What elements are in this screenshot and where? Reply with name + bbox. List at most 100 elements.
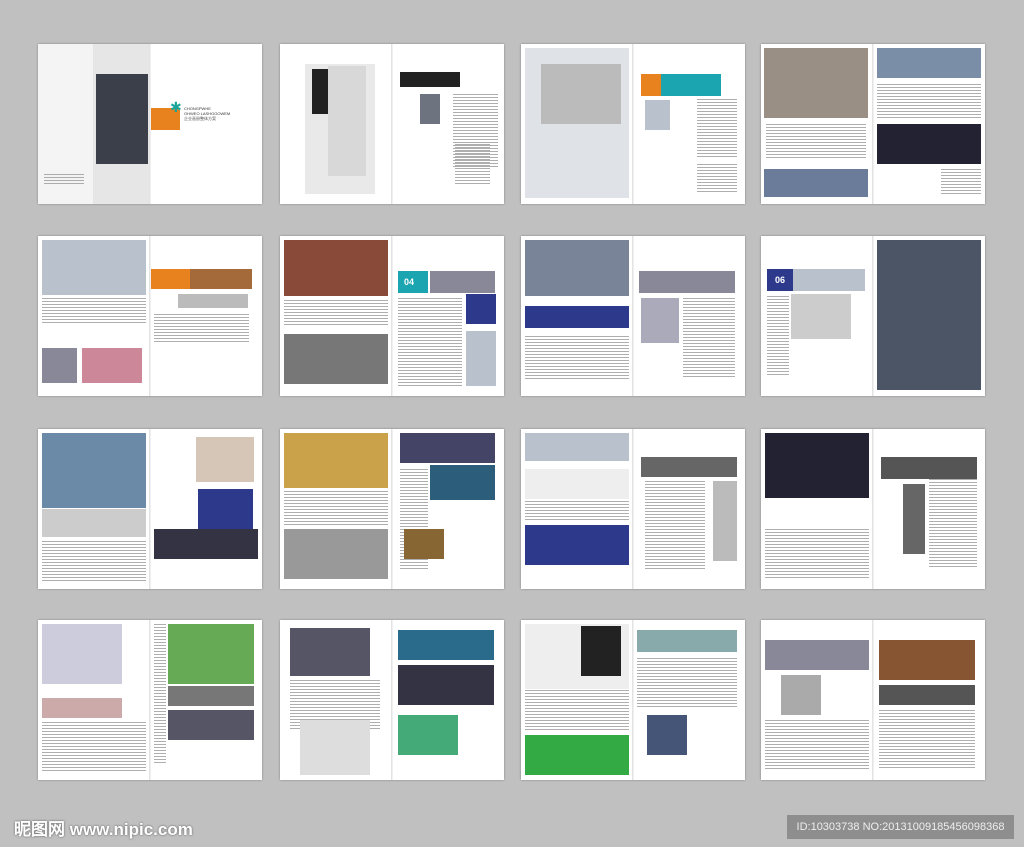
photo-block bbox=[877, 240, 981, 390]
photo-block bbox=[168, 624, 254, 684]
text-block bbox=[525, 690, 629, 730]
photo-block bbox=[400, 72, 460, 87]
photo-block bbox=[641, 457, 737, 477]
brochure-spread-5 bbox=[38, 236, 262, 396]
photo-block bbox=[42, 624, 122, 684]
text-block bbox=[637, 658, 737, 708]
text-block bbox=[765, 529, 869, 579]
photo-block bbox=[525, 735, 629, 775]
photo-block bbox=[525, 240, 629, 296]
text-block bbox=[284, 300, 388, 325]
brochure-spread-14 bbox=[280, 620, 504, 780]
text-block bbox=[525, 501, 629, 521]
photo-block bbox=[525, 525, 629, 565]
photo-block bbox=[398, 665, 494, 705]
photo-block bbox=[641, 298, 679, 343]
photo-block bbox=[466, 294, 496, 324]
photo-block bbox=[525, 469, 629, 499]
text-block bbox=[765, 720, 869, 770]
text-block bbox=[42, 298, 146, 323]
text-block bbox=[766, 124, 866, 159]
photo-block bbox=[398, 715, 458, 755]
photo-block bbox=[42, 348, 77, 383]
photo-block bbox=[879, 640, 975, 680]
photo-block bbox=[178, 294, 248, 308]
photo-block bbox=[466, 331, 496, 386]
photo-block bbox=[525, 433, 629, 461]
logo-chinese: 企业画册整体方案 bbox=[184, 116, 216, 121]
photo-block bbox=[42, 509, 146, 537]
brochure-spread-15 bbox=[521, 620, 745, 780]
photo-block bbox=[154, 529, 258, 559]
photo-block bbox=[168, 710, 254, 740]
brochure-spread-2 bbox=[280, 44, 504, 204]
brochure-spread-10 bbox=[280, 429, 504, 589]
photo-block bbox=[903, 484, 925, 554]
photo-block bbox=[398, 630, 494, 660]
text-block bbox=[929, 479, 977, 569]
text-block bbox=[525, 336, 629, 381]
photo-block bbox=[645, 100, 670, 130]
brochure-spread-6: 04 bbox=[280, 236, 504, 396]
image-id-label: ID:10303738 NO:20131009185456098368 bbox=[787, 815, 1014, 839]
photo-block bbox=[764, 48, 868, 118]
photo-block bbox=[42, 240, 146, 295]
brochure-spread-7 bbox=[521, 236, 745, 396]
text-block bbox=[941, 169, 981, 194]
text-block bbox=[645, 481, 705, 571]
photo-block bbox=[328, 66, 366, 176]
brochure-spread-1: ✱ CHONGPWHE OHWEO LASHOGOWEM 企业画册整体方案 bbox=[38, 44, 262, 204]
brochure-spread-3 bbox=[521, 44, 745, 204]
photo-block bbox=[765, 433, 869, 498]
photo-block bbox=[793, 269, 865, 291]
text-block bbox=[455, 144, 490, 184]
photo-block bbox=[637, 630, 737, 652]
text-block bbox=[767, 296, 789, 376]
photo-block bbox=[196, 437, 254, 482]
text-block bbox=[879, 710, 975, 770]
photo-block bbox=[284, 240, 388, 296]
text-block bbox=[42, 722, 146, 772]
brochure-spread-8: 06 bbox=[761, 236, 985, 396]
photo-block bbox=[198, 489, 253, 529]
page-number: 06 bbox=[767, 269, 793, 291]
photo-block bbox=[168, 686, 254, 706]
photo-block bbox=[400, 433, 495, 463]
photo-block bbox=[541, 64, 621, 124]
page-number: 04 bbox=[398, 271, 420, 293]
photo-block bbox=[150, 269, 190, 289]
photo-block bbox=[639, 271, 735, 293]
text-block bbox=[697, 164, 737, 194]
photo-block bbox=[661, 74, 721, 96]
text-block bbox=[154, 624, 166, 764]
brochure-spread-12 bbox=[761, 429, 985, 589]
cover-logo: ✱ CHONGPWHE OHWEO LASHOGOWEM 企业画册整体方案 bbox=[170, 100, 230, 121]
photo-block bbox=[791, 294, 851, 339]
photo-block bbox=[647, 715, 687, 755]
photo-block bbox=[284, 334, 388, 384]
text-block bbox=[683, 298, 735, 378]
text-block bbox=[398, 298, 462, 388]
photo-block bbox=[284, 433, 388, 488]
photo-block bbox=[404, 529, 444, 559]
brochure-spread-13 bbox=[38, 620, 262, 780]
photo-block bbox=[713, 481, 737, 561]
photo-block bbox=[42, 433, 146, 508]
photo-block bbox=[881, 457, 977, 479]
photo-block bbox=[190, 269, 252, 289]
photo-block bbox=[430, 271, 495, 293]
brochure-spread-11 bbox=[521, 429, 745, 589]
photo-block bbox=[879, 685, 975, 705]
asterisk-logo-icon: ✱ bbox=[170, 99, 182, 115]
watermark-logo: 昵图网 www.nipic.com bbox=[14, 820, 193, 839]
photo-block bbox=[42, 698, 122, 718]
photo-block bbox=[300, 720, 370, 775]
photo-block bbox=[877, 124, 981, 164]
photo-block bbox=[96, 74, 148, 164]
photo-block bbox=[877, 48, 981, 78]
brochure-spread-9 bbox=[38, 429, 262, 589]
photo-block bbox=[525, 306, 629, 328]
photo-block bbox=[781, 675, 821, 715]
text-block bbox=[284, 491, 388, 526]
photo-block bbox=[765, 640, 869, 670]
